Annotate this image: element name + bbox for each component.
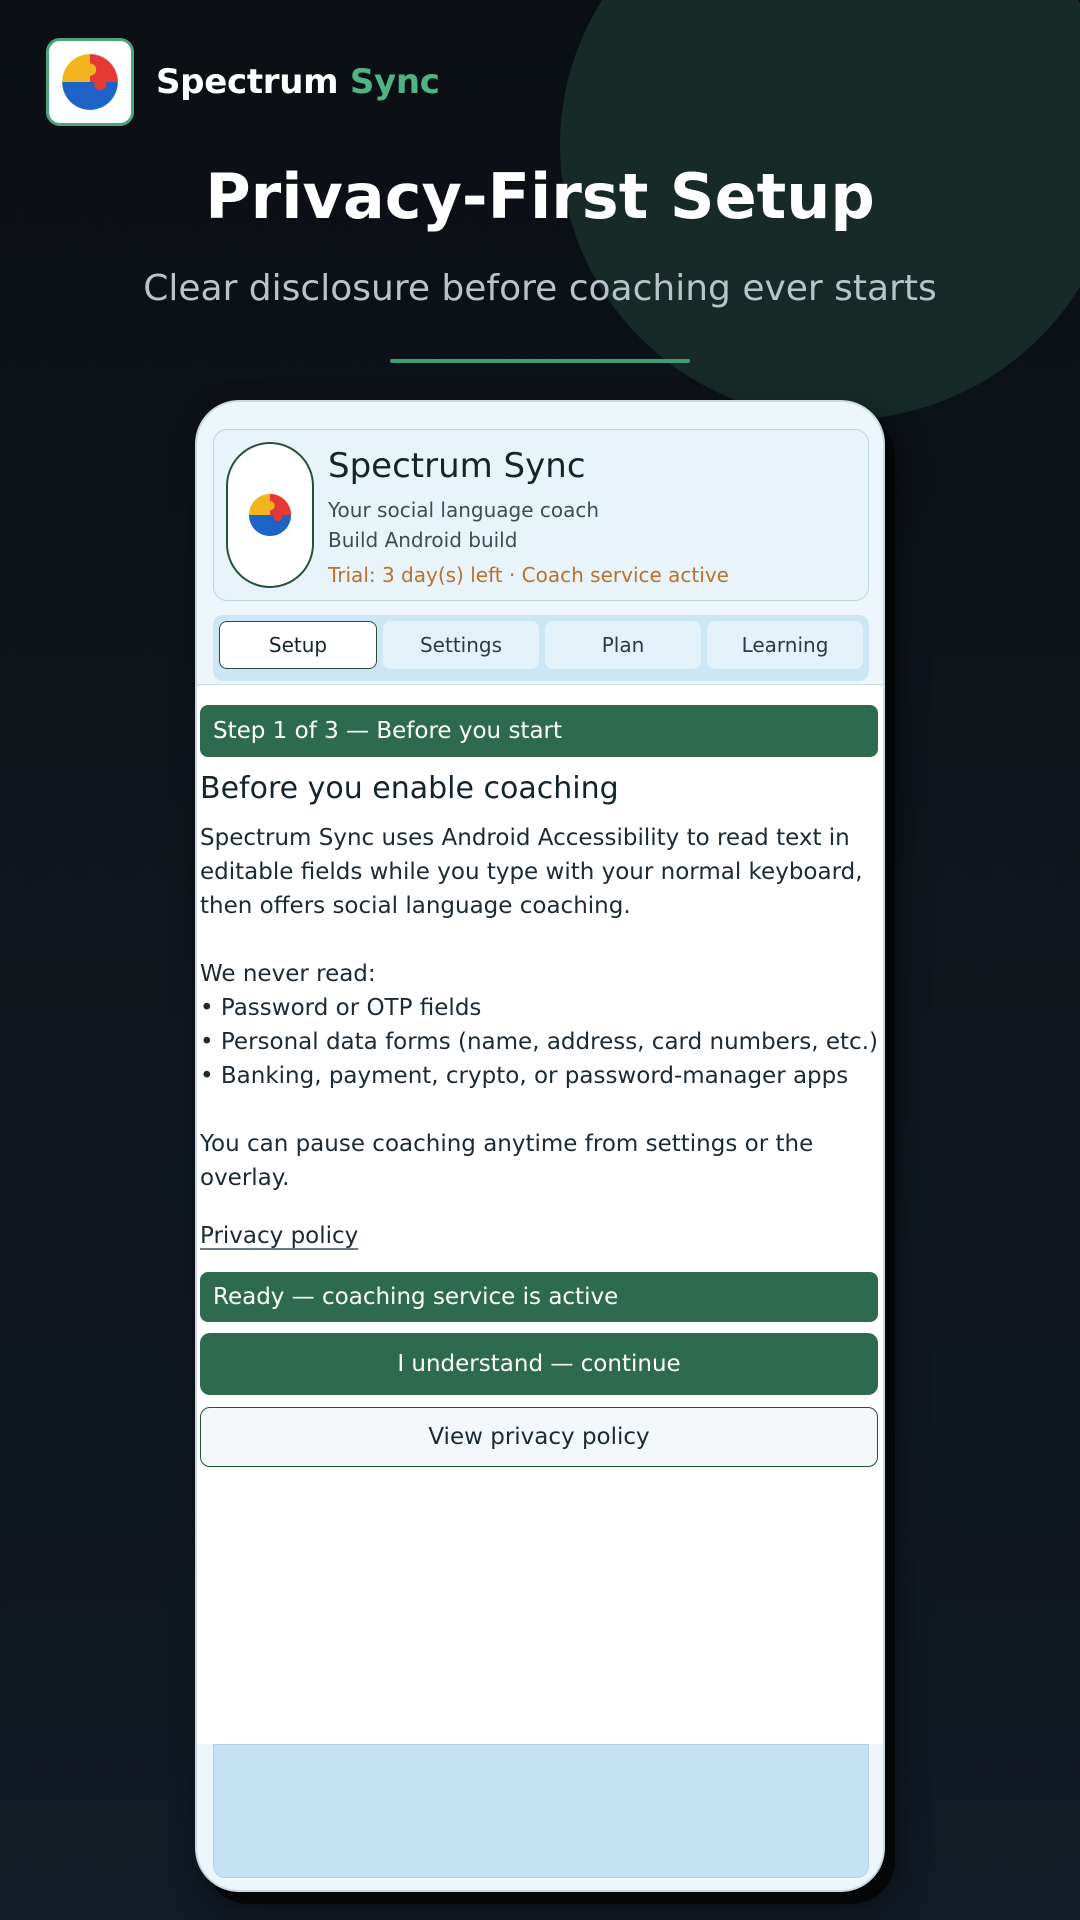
hero-divider: [390, 359, 690, 363]
section-title: Before you enable coaching: [200, 771, 619, 806]
app-logo-icon: [226, 442, 314, 588]
continue-button[interactable]: I understand — continue: [200, 1333, 878, 1395]
hero-subtitle: Clear disclosure before coaching ever st…: [143, 268, 937, 309]
step-banner: Step 1 of 3 — Before you start: [200, 705, 878, 757]
tab-learning[interactable]: Learning: [707, 621, 863, 669]
never-read-heading: We never read:: [200, 961, 376, 987]
brand-header: Spectrum Sync: [46, 38, 440, 126]
brand-name: Spectrum Sync: [156, 62, 440, 102]
brand-name-accent: Sync: [349, 62, 440, 102]
hero-title: Privacy-First Setup: [205, 160, 875, 233]
disclosure-text: Spectrum Sync uses Android Accessibility…: [200, 821, 883, 1195]
never-read-item: • Personal data forms (name, address, ca…: [200, 1029, 878, 1055]
trial-status: Trial: 3 day(s) left · Coach service act…: [328, 563, 729, 587]
pause-note: You can pause coaching anytime from sett…: [200, 1131, 814, 1191]
puzzle-logo-icon: [46, 38, 134, 126]
brand-name-main: Spectrum: [156, 62, 339, 102]
tab-plan[interactable]: Plan: [545, 621, 701, 669]
never-read-item: • Banking, payment, crypto, or password-…: [200, 1063, 849, 1089]
never-read-item: • Password or OTP fields: [200, 995, 482, 1021]
phone-frame: Spectrum Sync Your social language coach…: [195, 400, 885, 1892]
intro-paragraph: Spectrum Sync uses Android Accessibility…: [200, 825, 863, 919]
bottom-panel: [213, 1744, 869, 1878]
app-info-card: Spectrum Sync Your social language coach…: [213, 429, 869, 601]
tab-setup[interactable]: Setup: [219, 621, 377, 669]
view-privacy-policy-button[interactable]: View privacy policy: [200, 1407, 878, 1467]
app-build-label: Build Android build: [328, 528, 518, 552]
privacy-policy-link[interactable]: Privacy policy: [200, 1223, 358, 1249]
service-status-banner: Ready — coaching service is active: [200, 1272, 878, 1322]
app-name: Spectrum Sync: [328, 446, 586, 486]
tab-bar: Setup Settings Plan Learning: [213, 615, 869, 681]
app-tagline: Your social language coach: [328, 498, 600, 522]
setup-content: Step 1 of 3 — Before you start Before yo…: [197, 684, 883, 1744]
tab-settings[interactable]: Settings: [383, 621, 539, 669]
